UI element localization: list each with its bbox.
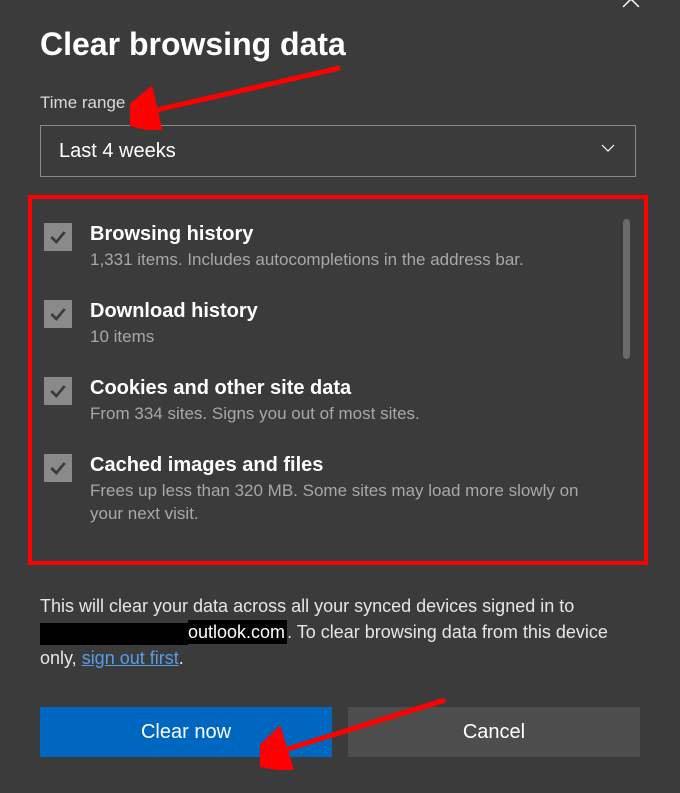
checkbox-browsing-history[interactable] xyxy=(44,223,72,251)
time-range-select[interactable]: Last 4 weeks xyxy=(40,125,636,177)
sign-out-link[interactable]: sign out first xyxy=(82,648,179,668)
cancel-button[interactable]: Cancel xyxy=(348,707,640,757)
close-icon[interactable] xyxy=(622,0,640,12)
option-desc: From 334 sites. Signs you out of most si… xyxy=(90,403,420,426)
data-types-list: Browsing history 1,331 items. Includes a… xyxy=(28,195,648,565)
checkbox-download-history[interactable] xyxy=(44,300,72,328)
dialog-title: Clear browsing data xyxy=(40,26,640,63)
option-desc: 1,331 items. Includes autocompletions in… xyxy=(90,249,524,272)
scrollbar-thumb[interactable] xyxy=(623,219,630,359)
clear-now-button[interactable]: Clear now xyxy=(40,707,332,757)
time-range-value: Last 4 weeks xyxy=(59,140,176,163)
sync-info-text: This will clear your data across all you… xyxy=(40,593,640,671)
option-desc: 10 items xyxy=(90,326,258,349)
checkbox-cookies[interactable] xyxy=(44,377,72,405)
option-desc: Frees up less than 320 MB. Some sites ma… xyxy=(90,480,602,526)
option-cookies[interactable]: Cookies and other site data From 334 sit… xyxy=(44,375,632,426)
option-cached[interactable]: Cached images and files Frees up less th… xyxy=(44,452,632,526)
chevron-down-icon xyxy=(599,139,617,163)
option-title: Download history xyxy=(90,298,258,324)
option-title: Cookies and other site data xyxy=(90,375,420,401)
option-browsing-history[interactable]: Browsing history 1,331 items. Includes a… xyxy=(44,221,632,272)
option-title: Browsing history xyxy=(90,221,524,247)
time-range-label: Time range xyxy=(40,93,640,113)
option-title: Cached images and files xyxy=(90,452,602,478)
checkbox-cached[interactable] xyxy=(44,454,72,482)
option-download-history[interactable]: Download history 10 items xyxy=(44,298,632,349)
redacted-email xyxy=(40,623,188,645)
